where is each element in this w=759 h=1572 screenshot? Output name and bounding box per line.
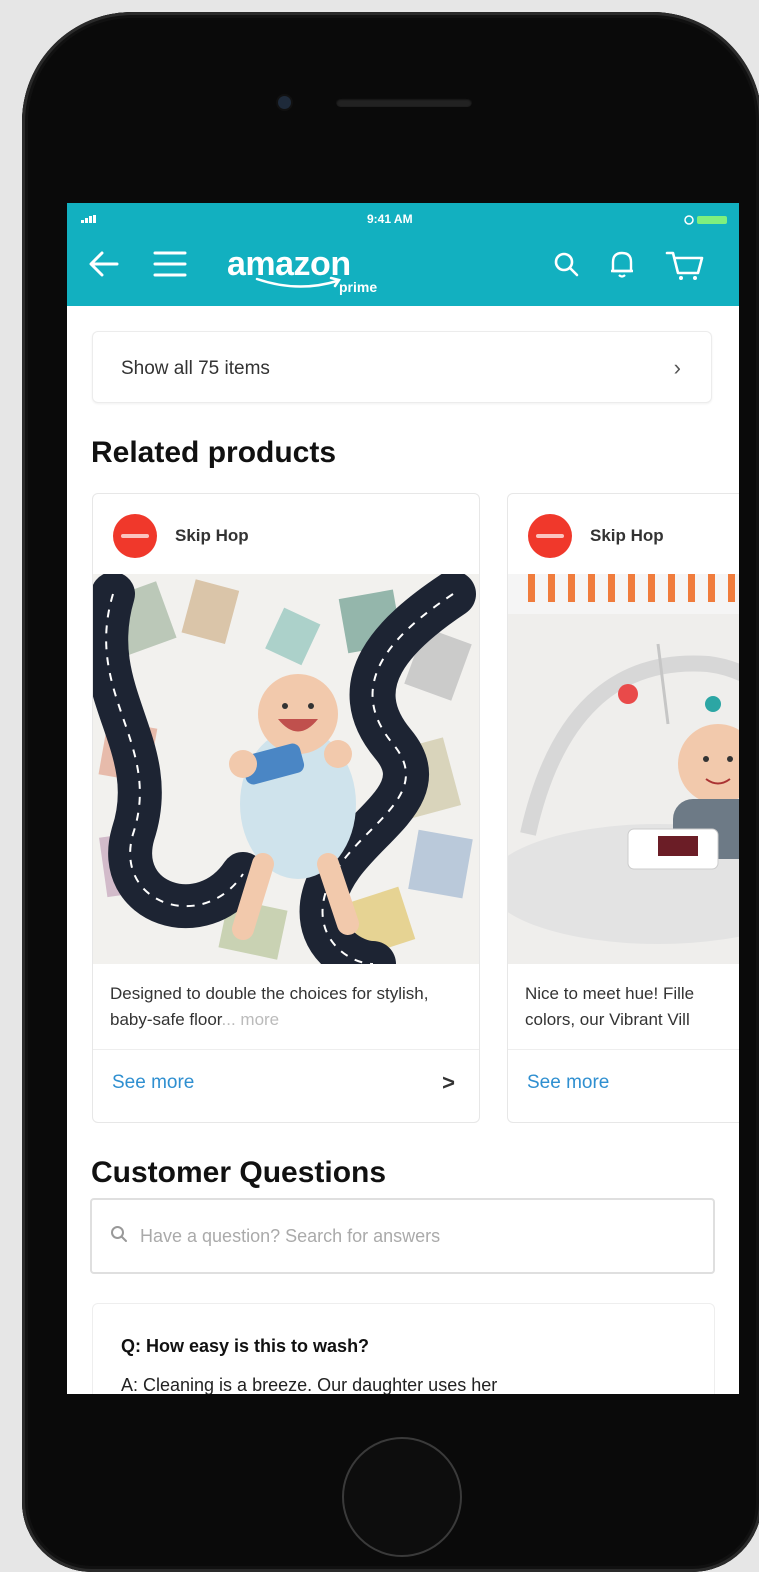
brand-name: Skip Hop — [175, 526, 249, 545]
related-products-title: Related products — [91, 436, 337, 469]
screen: 9:41 AM amazon prime Show all 75 items ›… — [67, 203, 739, 1394]
brand-logo — [113, 514, 157, 558]
signal-icon — [81, 212, 97, 226]
cart-icon[interactable] — [665, 249, 705, 286]
question-answer-card[interactable]: Q: How easy is this to wash? A: Cleaning… — [92, 1303, 715, 1394]
arrow-left-icon[interactable] — [87, 249, 121, 284]
front-camera — [278, 96, 291, 109]
brand-name: Skip Hop — [590, 526, 664, 545]
question-search-input[interactable]: Have a question? Search for answers — [90, 1198, 715, 1274]
customer-questions-title: Customer Questions — [91, 1156, 387, 1189]
product-image[interactable] — [93, 574, 479, 964]
battery-icon — [683, 212, 727, 226]
product-description: Nice to meet hue! Fille colors, our Vibr… — [525, 984, 695, 1029]
status-bar: 9:41 AM — [67, 203, 739, 231]
home-button[interactable] — [342, 1437, 462, 1557]
status-time: 9:41 AM — [367, 212, 413, 226]
see-more-link[interactable]: See more — [527, 1072, 609, 1094]
bell-icon[interactable] — [609, 249, 635, 284]
divider — [93, 1049, 479, 1050]
question-text: Q: How easy is this to wash? — [121, 1336, 370, 1356]
answer-text: A: Cleaning is a breeze. Our daughter us… — [121, 1375, 498, 1394]
earpiece-speaker — [336, 98, 472, 107]
hamburger-icon[interactable] — [153, 250, 187, 283]
logo-prime: prime — [339, 279, 378, 295]
brand-logo — [528, 514, 572, 558]
see-more-link[interactable]: See more — [112, 1072, 194, 1094]
chevron-right-icon: > — [442, 1070, 455, 1095]
product-card[interactable]: Skip Hop — [507, 493, 739, 1123]
more-link[interactable]: ... more — [222, 1010, 280, 1029]
product-card[interactable]: Skip Hop — [92, 493, 480, 1123]
search-icon — [110, 1225, 128, 1248]
search-placeholder: Have a question? Search for answers — [140, 1226, 441, 1246]
app-header: 9:41 AM amazon prime — [67, 203, 739, 306]
search-icon[interactable] — [553, 251, 579, 282]
amazon-prime-logo[interactable]: amazon prime — [227, 245, 377, 295]
divider — [508, 1049, 739, 1050]
navigation-bar: amazon prime — [67, 237, 739, 297]
show-all-label: Show all 75 items — [121, 358, 270, 379]
chevron-right-icon: › — [673, 355, 681, 380]
show-all-items-row[interactable]: Show all 75 items › — [92, 331, 712, 403]
product-description: Designed to double the choices for styli… — [110, 981, 470, 1033]
product-image[interactable] — [508, 574, 739, 964]
